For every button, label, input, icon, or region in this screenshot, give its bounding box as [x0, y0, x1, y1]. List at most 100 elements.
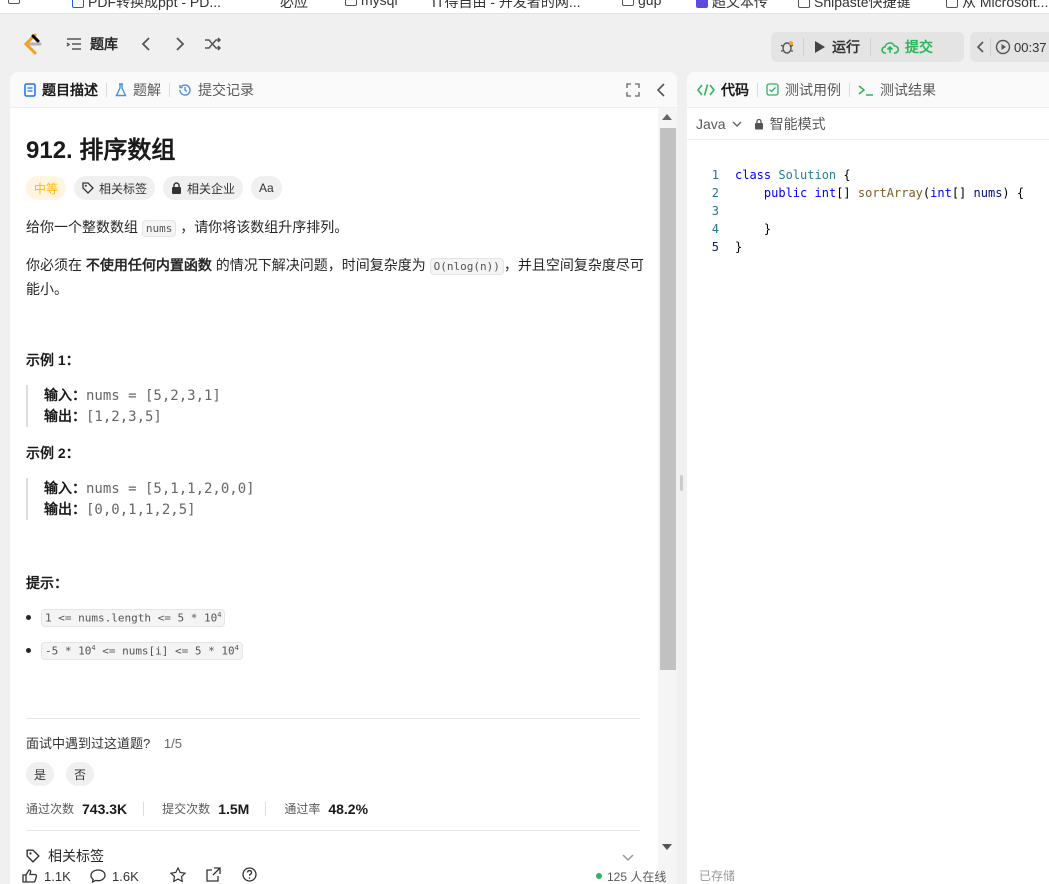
- related-tags-section[interactable]: 相关标签: [26, 846, 104, 866]
- comment-icon: [90, 869, 106, 883]
- hint-item: -5 * 104 <= nums[i] <= 5 * 104: [26, 642, 243, 660]
- bookmark-item[interactable]: 必应: [280, 0, 308, 12]
- random-problem-button[interactable]: [204, 15, 222, 72]
- lock-icon: [172, 182, 182, 194]
- share-button[interactable]: [206, 867, 221, 884]
- interview-answers: 是 否: [26, 762, 94, 786]
- related-companies-badge[interactable]: 相关企业: [163, 176, 244, 200]
- problem-footer: 1.1K 1.6K 125 人在线: [10, 866, 677, 884]
- code-icon: [697, 83, 715, 96]
- expand-tags-button[interactable]: [622, 850, 634, 865]
- editor-panel: 代码 测试用例 测试结果 Java 智能模式 1 class Solution …: [687, 72, 1049, 884]
- run-submit-group: 运行 提交: [771, 32, 964, 62]
- thumbs-up-icon: [22, 869, 38, 883]
- example-1-box: 输入：nums = [5,2,3,1] 输出：[1,2,3,5]: [26, 385, 626, 427]
- tab-submissions-label: 提交记录: [198, 81, 254, 98]
- prev-problem-button[interactable]: [140, 15, 152, 72]
- chevron-right-icon: [176, 36, 185, 51]
- chevron-down-icon: [732, 121, 742, 127]
- tab-code[interactable]: 代码: [687, 80, 757, 100]
- tab-solutions-label: 题解: [133, 81, 161, 98]
- translate-badge[interactable]: Aa: [251, 176, 282, 200]
- tag-icon: [82, 182, 94, 194]
- smart-mode-toggle[interactable]: 智能模式: [754, 114, 826, 134]
- checkbox-icon: [766, 83, 779, 96]
- bookmark-item[interactable]: gup: [622, 0, 661, 8]
- list-icon: [66, 37, 81, 50]
- tag-icon: [26, 849, 40, 863]
- panel-splitter[interactable]: [680, 475, 683, 491]
- share-icon: [206, 867, 221, 882]
- tab-result[interactable]: 测试结果: [850, 80, 944, 100]
- hint-item: 1 <= nums.length <= 5 * 104: [26, 609, 226, 627]
- problem-panel: 题目描述 题解 提交记录 912. 排序数组 中等 相关标签 相关企业 Aa 给…: [10, 72, 677, 884]
- run-label: 运行: [832, 39, 860, 55]
- flask-icon: [115, 82, 127, 96]
- fullscreen-button[interactable]: [626, 83, 640, 100]
- top-nav: 题库 运行 提交 00:37: [0, 15, 1049, 72]
- timer-button[interactable]: 00:37: [991, 32, 1049, 62]
- collapse-timer-button[interactable]: [970, 32, 990, 62]
- history-icon: [179, 83, 191, 96]
- leetcode-logo[interactable]: [20, 15, 44, 72]
- collapse-panel-button[interactable]: [656, 83, 666, 100]
- editor-toolbar: Java 智能模式: [687, 108, 1049, 140]
- star-icon: [169, 866, 187, 883]
- shuffle-icon: [205, 36, 222, 51]
- tab-description[interactable]: 题目描述: [10, 80, 106, 100]
- cloud-upload-icon: [881, 42, 899, 54]
- related-tags-badge[interactable]: 相关标签: [74, 176, 156, 200]
- tab-testcase[interactable]: 测试用例: [758, 80, 849, 100]
- problem-tabs: 题目描述 题解 提交记录: [10, 72, 677, 108]
- bookmark-item[interactable]: Snipaste快捷键: [798, 0, 910, 12]
- bookmark-item[interactable]: 超文本传: [696, 0, 768, 12]
- bookmark-item[interactable]: IT得自由 - 开发者的网...: [432, 0, 581, 12]
- tab-description-label: 题目描述: [42, 81, 98, 98]
- online-dot-icon: [596, 873, 602, 879]
- code-line: 3: [711, 204, 719, 218]
- favorite-button[interactable]: [169, 866, 187, 884]
- description-paragraph-2: 你必须在 不使用任何内置函数 的情况下解决问题，时间复杂度为 O(nlog(n)…: [26, 257, 644, 297]
- tab-code-label: 代码: [721, 81, 749, 98]
- tab-result-label: 测试结果: [880, 81, 936, 98]
- code-line: 5}: [711, 240, 743, 254]
- problem-title: 912. 排序数组: [26, 137, 176, 164]
- code-line: 2 public int[] sortArray(int[] nums) {: [711, 186, 1025, 200]
- chevron-left-icon: [656, 83, 665, 97]
- submit-button[interactable]: 提交: [871, 32, 943, 62]
- problem-bank-link[interactable]: 题库: [66, 15, 118, 72]
- document-icon: [24, 82, 36, 97]
- bookmark-item[interactable]: mysql: [345, 0, 398, 8]
- expand-icon: [626, 83, 640, 97]
- no-button[interactable]: 否: [66, 762, 94, 786]
- debug-button[interactable]: [771, 32, 803, 62]
- timer-group: 00:37: [970, 32, 1049, 62]
- tab-submissions[interactable]: 提交记录: [170, 80, 262, 100]
- tab-solutions[interactable]: 题解: [107, 80, 169, 100]
- problem-badges: 中等 相关标签 相关企业 Aa: [26, 176, 282, 200]
- example-1-heading: 示例 1：: [26, 352, 80, 368]
- bookmark-item[interactable]: PDF转换成ppt - PD...: [72, 0, 221, 12]
- yes-button[interactable]: 是: [26, 762, 54, 786]
- question-icon: [242, 867, 257, 882]
- like-button[interactable]: 1.1K: [22, 869, 71, 884]
- saved-status: 已存储: [699, 869, 736, 883]
- bookmark-item[interactable]: 从 Microsoft...: [946, 0, 1048, 12]
- code-line: 1 class Solution {: [711, 168, 851, 182]
- help-button[interactable]: [242, 867, 257, 884]
- next-problem-button[interactable]: [174, 15, 186, 72]
- run-button[interactable]: 运行: [804, 32, 870, 62]
- submit-label: 提交: [905, 39, 933, 55]
- difficulty-badge: 中等: [26, 176, 67, 200]
- bookmark-folder-icon[interactable]: [8, 0, 20, 4]
- chevron-down-icon: [622, 854, 634, 862]
- chevron-left-icon: [141, 36, 150, 51]
- scrollbar-thumb[interactable]: [660, 128, 676, 670]
- timer-value: 00:37: [1014, 39, 1047, 55]
- problem-bank-label: 题库: [90, 35, 118, 52]
- tab-testcase-label: 测试用例: [785, 81, 841, 98]
- code-editor[interactable]: 1 class Solution { 2 public int[] sortArr…: [687, 147, 1049, 847]
- problem-scrollbar[interactable]: [658, 108, 677, 884]
- language-select[interactable]: Java: [696, 116, 742, 132]
- comments-button[interactable]: 1.6K: [90, 869, 139, 884]
